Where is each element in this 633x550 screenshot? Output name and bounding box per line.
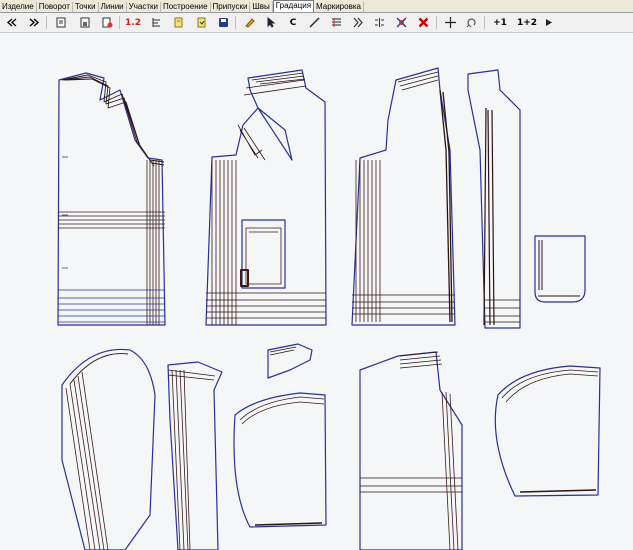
open-file-icon[interactable]: [55, 15, 67, 30]
tab-linii[interactable]: Линии: [99, 2, 127, 12]
line-icon[interactable]: [308, 15, 320, 30]
tab-tochki[interactable]: Точки: [73, 2, 99, 12]
grade-icon[interactable]: [330, 15, 342, 30]
hood-side-pattern[interactable]: [233, 392, 327, 528]
play-icon[interactable]: [544, 15, 554, 30]
copy-icon[interactable]: [172, 15, 184, 30]
lining-front-pattern[interactable]: [359, 351, 463, 550]
rotate-icon[interactable]: [465, 15, 477, 30]
tab-uchastki[interactable]: Участки: [127, 2, 161, 12]
main-toolbar: 1.2 C +1 1+2: [0, 13, 633, 33]
crosshair-icon[interactable]: [444, 15, 456, 30]
paste-icon[interactable]: [195, 15, 207, 30]
pattern-drawing[interactable]: [0, 33, 633, 550]
forward-icon[interactable]: [28, 15, 40, 30]
plus-one-button[interactable]: +1: [493, 15, 507, 30]
tab-gradaciya[interactable]: Градация: [272, 0, 315, 12]
delete-icon[interactable]: [417, 15, 429, 30]
side-panel-pattern[interactable]: [351, 67, 456, 326]
sleeve-lower-pattern[interactable]: [167, 361, 223, 550]
sleeve-upper-pattern[interactable]: [61, 348, 156, 550]
select-icon[interactable]: [265, 15, 277, 30]
tab-pripuski[interactable]: Припуски: [211, 2, 251, 12]
menu-tab-bar: Изделие Поворот Точки Линии Участки Пост…: [0, 0, 633, 13]
one-plus-two-button[interactable]: 1+2: [517, 15, 537, 30]
split-icon[interactable]: [373, 15, 385, 30]
pencil-icon[interactable]: [243, 15, 255, 30]
tab-postroenie[interactable]: Построение: [161, 2, 211, 12]
hood-back-pattern[interactable]: [494, 365, 601, 497]
scale-button[interactable]: 1.2: [125, 15, 141, 30]
pocket-pattern[interactable]: [534, 235, 586, 303]
disk-icon[interactable]: [217, 15, 229, 30]
pattern-canvas[interactable]: [0, 33, 633, 550]
collar-pattern[interactable]: [267, 343, 313, 379]
side-back-panel-pattern[interactable]: [467, 69, 521, 329]
tab-markirovka[interactable]: Маркировка: [314, 2, 364, 12]
back-icon[interactable]: [6, 15, 18, 30]
print-icon[interactable]: [101, 15, 113, 30]
cut-icon[interactable]: [395, 15, 407, 30]
align-icon[interactable]: [150, 15, 162, 30]
arrows-icon[interactable]: [351, 15, 363, 30]
tab-izdelie[interactable]: Изделие: [0, 2, 37, 12]
tab-povorot[interactable]: Поворот: [37, 2, 73, 12]
curve-button[interactable]: C: [287, 15, 299, 30]
back-panel-pattern[interactable]: [57, 72, 166, 326]
front-panel-pattern[interactable]: [205, 69, 327, 326]
save-file-icon[interactable]: [79, 15, 91, 30]
tab-shvy[interactable]: Швы: [250, 2, 273, 12]
